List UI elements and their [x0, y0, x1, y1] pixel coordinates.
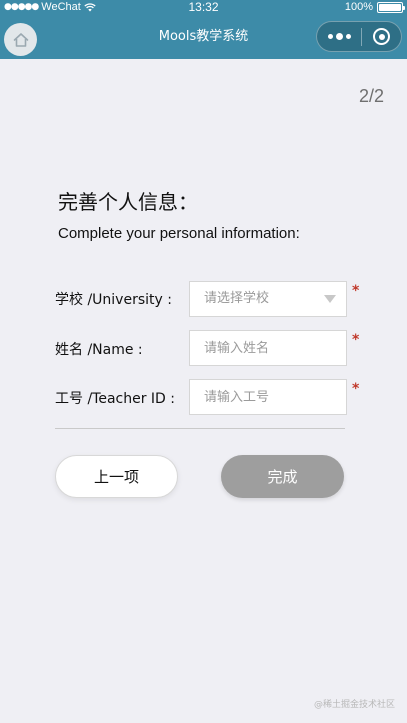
more-dots-icon-right	[345, 34, 351, 39]
previous-button[interactable]: 上一项	[55, 455, 178, 498]
battery-icon	[377, 1, 405, 13]
status-bar-right: 100%	[344, 0, 405, 14]
name-input[interactable]	[189, 330, 347, 366]
target-close-icon-core	[378, 33, 385, 40]
target-close-icon	[373, 28, 390, 45]
chevron-down-icon	[324, 295, 336, 303]
university-required-mark: *	[352, 283, 360, 299]
capsule-menu	[316, 21, 402, 52]
more-button[interactable]	[317, 22, 361, 51]
nav-bar: Mools教学系统	[0, 14, 407, 59]
page-indicator: 2/2	[358, 86, 384, 106]
name-required-mark: *	[352, 332, 360, 348]
header: ●●●●● WeChat 13:32 100% Mools教学系统	[0, 0, 407, 59]
battery-percentage: 100%	[344, 1, 373, 13]
finish-button[interactable]: 完成	[221, 455, 344, 498]
university-select-placeholder: 请选择学校	[204, 291, 270, 306]
teacher-id-input[interactable]	[189, 379, 347, 415]
more-dots-icon	[327, 34, 333, 39]
status-bar: ●●●●● WeChat 13:32 100%	[0, 0, 407, 14]
name-label: 姓名 /Name :	[55, 342, 143, 358]
university-select[interactable]: 请选择学校	[189, 281, 347, 317]
more-dots-icon-center	[335, 33, 343, 40]
teacher-id-label: 工号 /Teacher ID :	[55, 391, 175, 407]
form-divider	[55, 428, 345, 429]
university-label: 学校 /University :	[55, 292, 172, 308]
close-miniprogram-button[interactable]	[362, 22, 401, 51]
teacher-id-required-mark: *	[352, 381, 360, 397]
form-title: 完善个人信息：	[58, 190, 198, 214]
form-subtitle: Complete your personal information:	[58, 225, 300, 242]
watermark: @稀土掘金技术社区	[313, 700, 395, 710]
app-screen: ●●●●● WeChat 13:32 100% Mools教学系统 2/2 完善…	[0, 0, 407, 723]
